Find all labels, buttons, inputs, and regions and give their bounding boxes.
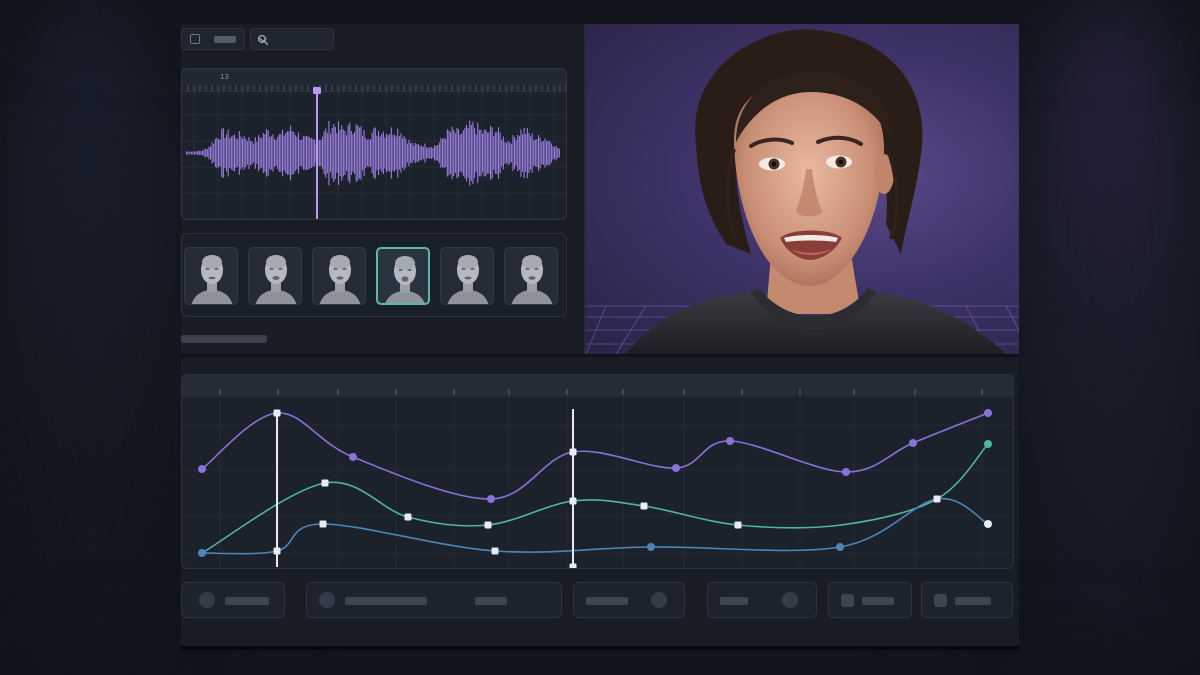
control-label-placeholder: [955, 597, 991, 605]
checkbox-icon: [841, 594, 854, 607]
grid-view-icon: [190, 34, 200, 44]
keyframe-point: [198, 549, 206, 557]
control-value-placeholder: [475, 597, 507, 605]
keyframe-point: [984, 520, 992, 528]
face-thumbnail: [385, 256, 425, 303]
face-thumbnail: [255, 255, 297, 304]
control-label-placeholder: [862, 597, 894, 605]
record-icon: [319, 592, 335, 608]
curve-grid: [182, 397, 1013, 568]
playhead-handle: [313, 87, 321, 94]
ruler-ticks: [187, 85, 566, 91]
viseme-face-1[interactable]: [184, 247, 238, 305]
chevron-down-icon: [259, 37, 267, 43]
panel-divider[interactable]: [181, 354, 1019, 357]
toolbar: [181, 24, 581, 56]
curve-series-a: [201, 412, 989, 500]
keyframe-point: [726, 437, 734, 445]
face-thumbnail: [447, 255, 489, 304]
animation-curve-editor[interactable]: [181, 374, 1014, 569]
keyframe-point: [321, 479, 329, 487]
audio-waveform-panel[interactable]: 13: [181, 68, 567, 220]
keyframe-point: [734, 521, 742, 529]
keyframe-point: [484, 521, 492, 529]
lipsync-editor-window: 13: [181, 24, 1019, 650]
diamond-icon: [651, 592, 667, 608]
backdrop-right: [1020, 0, 1200, 675]
keyframe-point: [984, 440, 992, 448]
viseme-face-6[interactable]: [504, 247, 558, 305]
curve-graph: [182, 389, 1013, 568]
keyframe-point: [569, 497, 577, 505]
control-group-6[interactable]: [921, 582, 1013, 618]
viseme-face-3[interactable]: [312, 247, 366, 305]
face-thumbnail: [191, 255, 233, 304]
backdrop-top: [0, 0, 1200, 24]
keyframe-point: [933, 495, 941, 503]
keyframe-point: [569, 448, 577, 456]
viseme-face-5[interactable]: [440, 247, 494, 305]
curve-ruler-ticks: [219, 389, 983, 395]
keyframe-point: [491, 547, 499, 555]
keyframe-point: [273, 547, 281, 555]
keyframe-point: [640, 502, 648, 510]
keyframe-point: [273, 409, 281, 417]
keyframe-point: [487, 495, 495, 503]
backdrop-bottom: [0, 649, 1200, 675]
backdrop-left: [0, 0, 180, 675]
face-thumbnail: [319, 255, 361, 304]
keyframe-point: [319, 520, 327, 528]
keyframe-point: [909, 439, 917, 447]
keyframe-point: [198, 465, 206, 473]
face-thumbnail: [511, 255, 553, 304]
keyframe-point: [569, 563, 577, 568]
keyframe-point: [647, 543, 655, 551]
view-label-placeholder: [214, 36, 236, 43]
keyframe-point: [842, 468, 850, 476]
keyframe-point: [672, 464, 680, 472]
horizontal-scrollbar[interactable]: [181, 335, 267, 343]
checkbox-icon: [934, 594, 947, 607]
control-label-placeholder: [720, 597, 748, 605]
character-portrait: [586, 29, 1019, 354]
viseme-face-2[interactable]: [248, 247, 302, 305]
viseme-face-4[interactable]: [376, 247, 430, 305]
control-group-5[interactable]: [828, 582, 912, 618]
control-group-3[interactable]: [573, 582, 685, 618]
keyframe-point: [349, 453, 357, 461]
keyframe-point: [404, 513, 412, 521]
settings-icon: [199, 592, 215, 608]
control-label-placeholder: [586, 597, 628, 605]
character-preview-viewport[interactable]: [584, 24, 1019, 354]
control-group-2[interactable]: [306, 582, 562, 618]
search-dropdown[interactable]: [250, 28, 334, 50]
keyframe-point: [984, 409, 992, 417]
keyframe-point: [836, 543, 844, 551]
viseme-face-strip: [181, 233, 567, 317]
view-toggle-button[interactable]: [181, 28, 245, 50]
key-icon: [782, 592, 798, 608]
control-label-placeholder: [225, 597, 269, 605]
control-group-4[interactable]: [707, 582, 817, 618]
control-group-1[interactable]: [181, 582, 285, 618]
waveform-graphic: [182, 85, 566, 219]
control-label-placeholder: [345, 597, 427, 605]
